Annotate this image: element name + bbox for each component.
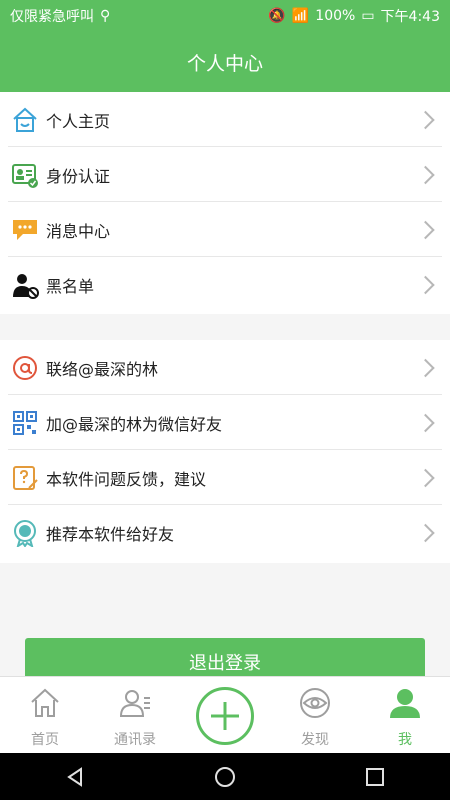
chevron-right-icon — [416, 468, 435, 487]
feedback-icon — [10, 463, 40, 493]
menu-item-contact[interactable]: 联络@最深的林 — [0, 340, 450, 395]
back-button[interactable] — [51, 753, 99, 800]
add-icon — [196, 687, 254, 745]
back-triangle-icon — [67, 766, 82, 787]
system-nav-bar — [0, 753, 450, 800]
tab-label: 我 — [398, 732, 412, 748]
user-icon — [387, 685, 423, 721]
menu-item-label: 黑名单 — [46, 276, 95, 296]
menu-item-wechat[interactable]: 加@最深的林为微信好友 — [0, 395, 450, 450]
qr-code-icon — [10, 408, 40, 438]
menu-item-label: 联络@最深的林 — [46, 359, 159, 379]
tab-add[interactable] — [180, 677, 270, 754]
tab-contacts[interactable]: 通讯录 — [90, 677, 180, 754]
tab-label: 首页 — [31, 732, 59, 748]
recents-square-icon — [366, 767, 384, 786]
battery-text: 100% — [315, 8, 356, 24]
mute-icon: 🔕 — [268, 8, 286, 24]
home-icon — [10, 105, 40, 135]
chevron-right-icon — [416, 165, 435, 184]
wifi-icon: 📶 — [291, 8, 310, 24]
blacklist-icon — [10, 270, 40, 300]
tab-label: 发现 — [301, 732, 329, 748]
menu-item-blacklist[interactable]: 黑名单 — [0, 257, 450, 312]
chevron-right-icon — [416, 358, 435, 377]
menu-item-messages[interactable]: 消息中心 — [0, 202, 450, 257]
menu-item-recommend[interactable]: 推荐本软件给好友 — [0, 505, 450, 560]
usb-icon: ⚲ — [100, 8, 111, 24]
eye-icon — [297, 685, 333, 721]
tab-home[interactable]: 首页 — [0, 677, 90, 754]
home-circle-icon — [215, 766, 235, 787]
menu-item-label: 加@最深的林为微信好友 — [46, 414, 223, 434]
chevron-right-icon — [416, 523, 435, 542]
tab-discover[interactable]: 发现 — [270, 677, 360, 754]
recents-button[interactable] — [351, 753, 399, 800]
menu-item-label: 身份认证 — [46, 166, 111, 186]
time-text: 下午4:43 — [380, 9, 440, 25]
menu-item-profile[interactable]: 个人主页 — [0, 92, 450, 147]
badge-icon — [10, 518, 40, 548]
message-icon — [10, 215, 40, 245]
menu-item-label: 个人主页 — [46, 111, 111, 131]
chevron-right-icon — [416, 275, 435, 294]
contacts-icon — [117, 685, 153, 721]
menu-item-feedback[interactable]: 本软件问题反馈，建议 — [0, 450, 450, 505]
menu-item-label: 本软件问题反馈，建议 — [46, 469, 207, 489]
carrier-text: 仅限紧急呼叫 — [10, 9, 94, 25]
chevron-right-icon — [416, 220, 435, 239]
home-button[interactable] — [201, 753, 249, 800]
battery-icon: ▭ — [361, 8, 375, 24]
menu-item-label: 消息中心 — [46, 221, 111, 241]
menu-item-label: 推荐本软件给好友 — [46, 524, 175, 544]
tab-label: 通讯录 — [114, 732, 156, 748]
chevron-right-icon — [416, 413, 435, 432]
menu-section-1: 个人主页 身份认证 消息中心 黑名单 — [0, 92, 450, 314]
tab-me[interactable]: 我 — [360, 677, 450, 754]
menu-section-2: 联络@最深的林 加@最深的林为微信好友 本软件问题反馈，建议 推荐本软件给好友 — [0, 340, 450, 563]
page-header: 个人中心 — [0, 32, 450, 92]
chevron-right-icon — [416, 110, 435, 129]
id-card-icon — [10, 160, 40, 190]
home-outline-icon — [27, 685, 63, 721]
status-bar: 仅限紧急呼叫 ⚲ 🔕 📶 100% ▭ 下午4:43 — [0, 0, 450, 32]
menu-item-identity[interactable]: 身份认证 — [0, 147, 450, 202]
bottom-tab-bar: 首页 通讯录 发现 我 — [0, 676, 450, 753]
at-icon — [10, 353, 40, 383]
page-title: 个人中心 — [186, 52, 263, 75]
